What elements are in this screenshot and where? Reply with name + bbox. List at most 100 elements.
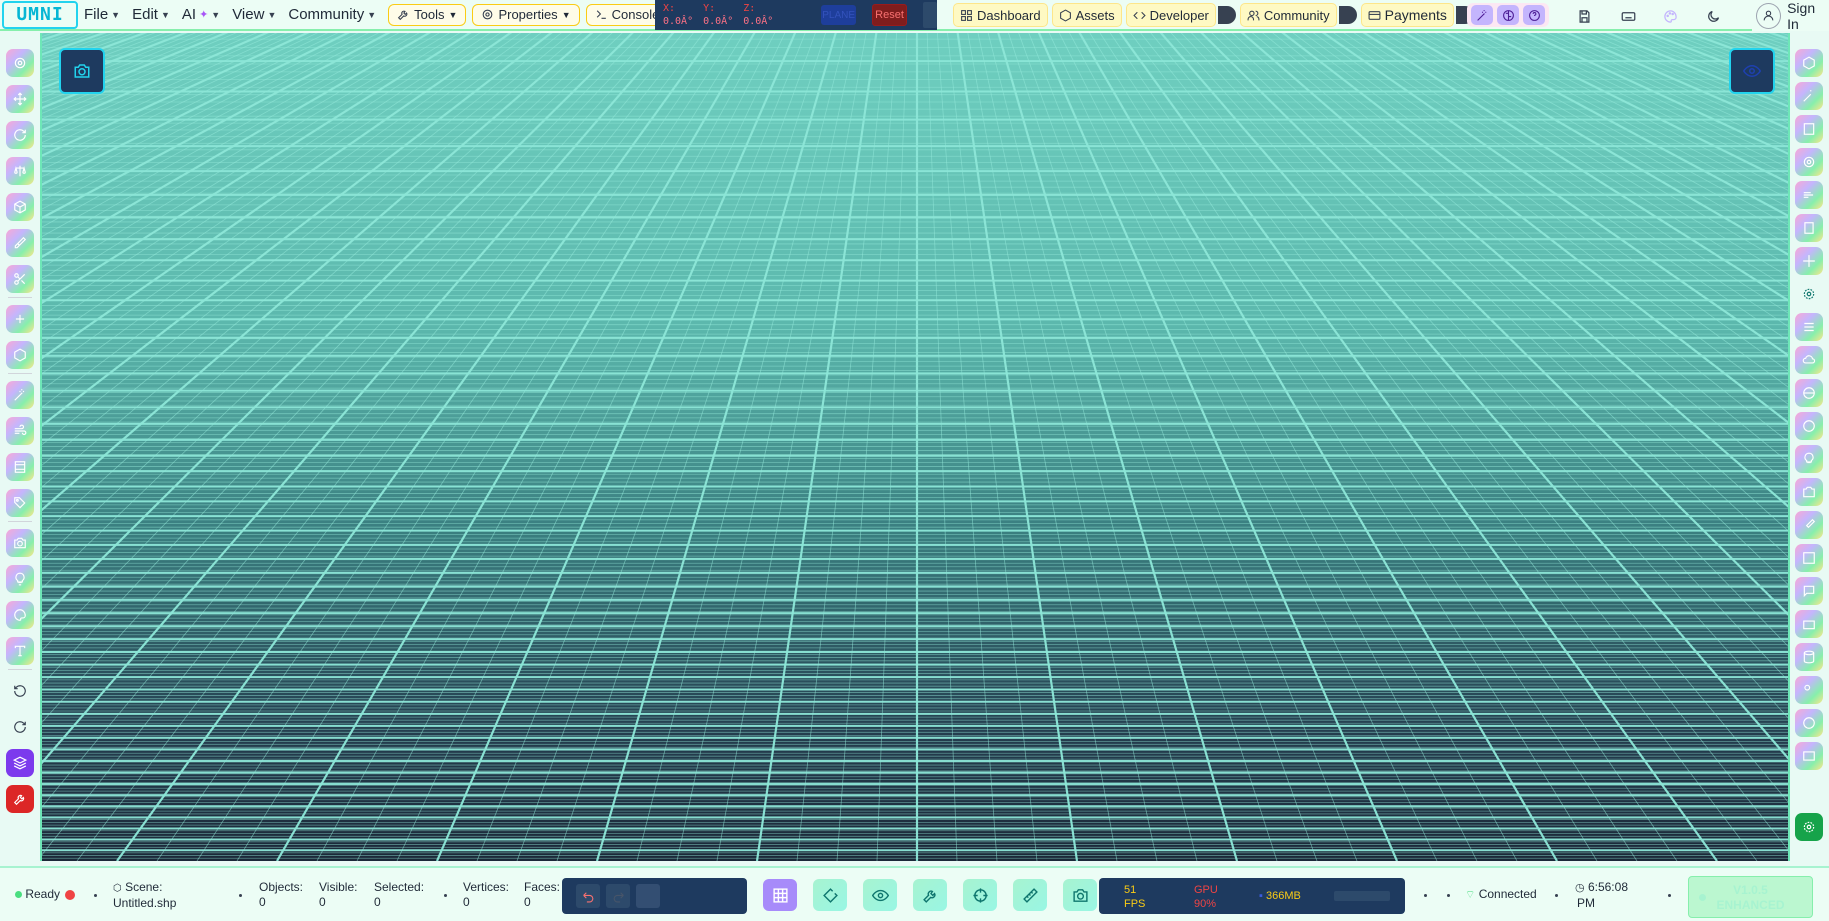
sb-undo-button[interactable]	[576, 884, 600, 908]
sb-wrench-button[interactable]	[913, 879, 947, 911]
menu-community[interactable]: Community ▼	[282, 3, 382, 27]
right-tool-brush[interactable]	[1795, 511, 1823, 539]
tool-select[interactable]	[6, 49, 34, 77]
tool-magic[interactable]	[6, 381, 34, 409]
tool-text[interactable]	[6, 637, 34, 665]
tool-cube[interactable]	[6, 193, 34, 221]
right-tool-globe[interactable]	[1795, 379, 1823, 407]
nav-dashboard[interactable]: Dashboard	[953, 3, 1048, 27]
right-tool-wind[interactable]	[1795, 181, 1823, 209]
right-tool-settings[interactable]	[1795, 280, 1823, 308]
snap-button[interactable]	[813, 879, 847, 911]
right-tool-film[interactable]	[1795, 115, 1823, 143]
cube-icon	[14, 200, 26, 214]
menu-view[interactable]: View ▼	[226, 3, 282, 27]
tool-tag[interactable]	[6, 489, 34, 517]
magic-wand-icon	[14, 389, 25, 401]
tool-cut[interactable]	[6, 265, 34, 293]
right-settings-button[interactable]	[1795, 813, 1823, 841]
save-button[interactable]	[1573, 5, 1595, 27]
right-tool-panel[interactable]	[1795, 742, 1823, 770]
selected-value: 0	[374, 895, 381, 909]
tool-material[interactable]	[6, 601, 34, 629]
version-line2: ENHANCED	[1716, 898, 1785, 912]
sb-redo-button[interactable]	[606, 884, 630, 908]
right-tool-chat[interactable]	[1795, 577, 1823, 605]
magic-wand-icon	[1476, 9, 1486, 21]
keyboard-button[interactable]	[1617, 5, 1639, 27]
right-tool-move[interactable]	[1795, 247, 1823, 275]
coordinate-panel: X: 0.0Â° Y: 0.0Â° Z: 0.0Â° PLANE Reset	[655, 0, 937, 30]
right-tool-briefcase[interactable]	[1795, 610, 1823, 638]
brain-button[interactable]	[1497, 5, 1519, 25]
right-tool-camera[interactable]	[1795, 478, 1823, 506]
magic-wand-button[interactable]	[1471, 5, 1493, 25]
nav-community-toggle[interactable]	[1338, 6, 1357, 24]
menu-tools[interactable]: Tools ▼	[388, 3, 467, 26]
visibility-button[interactable]	[1729, 48, 1775, 94]
tool-rotate[interactable]	[6, 121, 34, 149]
nav-community[interactable]: Community	[1239, 3, 1337, 27]
sb-target-button[interactable]	[963, 879, 997, 911]
chevron-down-icon: ▼	[160, 9, 170, 20]
undo-button[interactable]	[6, 677, 34, 705]
menu-edit-label: Edit	[132, 6, 158, 23]
scale-icon	[14, 165, 26, 177]
right-tool-layout[interactable]	[1795, 544, 1823, 572]
sb-camera-button[interactable]	[1063, 879, 1097, 911]
tool-brush[interactable]	[6, 229, 34, 257]
nav-community-label: Community	[1263, 7, 1330, 23]
menu-edit[interactable]: Edit ▼	[126, 3, 176, 27]
right-tool-frame[interactable]	[1795, 214, 1823, 242]
screenshot-button[interactable]	[59, 48, 105, 94]
plane-button[interactable]: PLANE	[821, 5, 856, 25]
right-tool-cloud[interactable]	[1795, 346, 1823, 374]
lightbulb-icon	[15, 572, 25, 586]
right-tool-users[interactable]	[1795, 676, 1823, 704]
right-tool-web[interactable]	[1795, 709, 1823, 737]
help-button[interactable]	[1523, 5, 1545, 25]
palette-button[interactable]	[1659, 5, 1681, 27]
nav-assets[interactable]: Assets	[1051, 3, 1122, 27]
menu-ai[interactable]: AI ✦ ▼	[176, 3, 226, 27]
nav-developer-toggle[interactable]	[1217, 6, 1236, 24]
app-logo[interactable]: UMNI	[2, 0, 78, 29]
tool-light[interactable]	[6, 565, 34, 593]
right-tool-light[interactable]	[1795, 445, 1823, 473]
right-tool-sliders[interactable]	[1795, 313, 1823, 341]
brush-icon	[14, 236, 27, 249]
grid-view-button[interactable]	[763, 879, 797, 911]
right-tool-cube[interactable]	[1795, 49, 1823, 77]
menu-properties[interactable]: Properties ▼	[472, 3, 580, 26]
sb-ruler-button[interactable]	[1013, 879, 1047, 911]
main-menu: File ▼ Edit ▼ AI ✦ ▼ View ▼ Community ▼ Tools ▼…	[78, 0, 682, 30]
wrench-button[interactable]	[6, 785, 34, 813]
tool-film[interactable]	[6, 453, 34, 481]
sign-in-button[interactable]: Sign In	[1752, 0, 1829, 32]
brain-icon	[1502, 9, 1514, 21]
nav-payments[interactable]: Payments	[1360, 3, 1454, 27]
theme-toggle-button[interactable]	[1702, 5, 1724, 27]
tool-wind[interactable]	[6, 417, 34, 445]
menu-file[interactable]: File ▼	[78, 3, 126, 27]
tool-scale[interactable]	[6, 157, 34, 185]
tool-camera[interactable]	[6, 529, 34, 557]
right-tool-target[interactable]	[1795, 148, 1823, 176]
layers-button[interactable]	[6, 749, 34, 777]
right-tool-palette[interactable]	[1795, 412, 1823, 440]
right-tool-wand[interactable]	[1795, 82, 1823, 110]
coords-toggle[interactable]	[923, 2, 937, 28]
tool-move[interactable]	[6, 85, 34, 113]
3d-viewport[interactable]	[40, 33, 1790, 861]
nav-developer[interactable]: Developer	[1125, 3, 1216, 27]
objects-count: Objects: 0	[259, 880, 303, 910]
version-badge: V1.0.5 ENHANCED	[1688, 876, 1813, 918]
reset-button[interactable]: Reset	[871, 4, 908, 26]
right-tool-database[interactable]	[1795, 643, 1823, 671]
tool-primitive[interactable]	[6, 341, 34, 369]
redo-button[interactable]	[6, 713, 34, 741]
tool-add[interactable]	[6, 305, 34, 333]
view-toggle-button[interactable]	[863, 879, 897, 911]
sb-history-button[interactable]	[636, 884, 660, 908]
film-icon	[1803, 123, 1815, 135]
